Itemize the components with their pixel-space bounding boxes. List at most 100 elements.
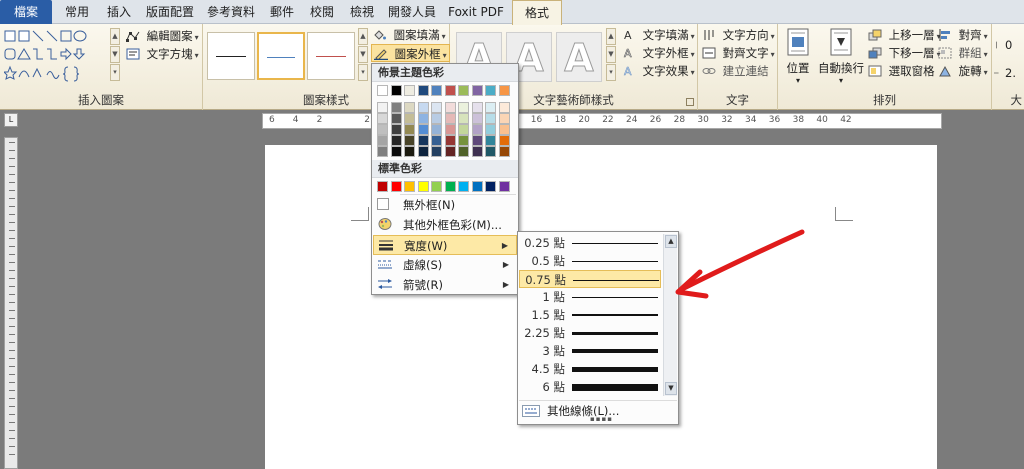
tab-home[interactable]: 常用 — [56, 0, 98, 24]
theme-color-swatch[interactable] — [431, 113, 442, 124]
theme-color-swatch[interactable] — [417, 85, 429, 96]
dashes-item[interactable]: 虛線(S) ▶ — [373, 255, 517, 275]
tab-mailings[interactable]: 郵件 — [262, 0, 302, 24]
theme-color-swatch[interactable] — [444, 113, 456, 124]
theme-color-swatch[interactable] — [471, 113, 483, 124]
theme-color-swatch[interactable] — [498, 85, 510, 96]
shape-style-thumb-2[interactable] — [257, 32, 305, 80]
weight-option[interactable]: 1 點 — [519, 288, 661, 306]
shapes-more-button[interactable]: ▾ — [110, 64, 120, 81]
theme-color-swatch[interactable] — [404, 124, 415, 135]
rotate-button[interactable]: 旋轉 ▾ — [938, 62, 988, 80]
theme-color-swatch[interactable] — [444, 135, 456, 146]
tab-format[interactable]: 格式 — [512, 0, 562, 25]
theme-color-swatch[interactable] — [417, 102, 429, 113]
theme-color-swatch[interactable] — [498, 135, 510, 146]
standard-color-swatch[interactable] — [471, 181, 483, 192]
theme-color-swatch[interactable] — [471, 102, 483, 113]
theme-color-swatch[interactable] — [444, 146, 456, 157]
weight-option[interactable]: 2.25 點 — [519, 324, 661, 342]
theme-color-swatch[interactable] — [471, 124, 483, 135]
tab-file[interactable]: 檔案 — [0, 0, 52, 24]
theme-color-swatch[interactable] — [458, 135, 469, 146]
width-field[interactable]: 2. — [994, 64, 1016, 82]
tab-references[interactable]: 參考資料 — [200, 0, 262, 24]
theme-color-swatch[interactable] — [404, 85, 415, 96]
weight-option[interactable]: 3 點 — [519, 342, 661, 360]
theme-color-swatch[interactable] — [485, 113, 496, 124]
theme-color-swatch[interactable] — [431, 124, 442, 135]
shape-styles-scroll-up-button[interactable]: ▲ — [358, 28, 368, 45]
weight-option[interactable]: 0.5 點 — [519, 252, 661, 270]
align-text-button[interactable]: 對齊文字 ▾ — [702, 44, 775, 62]
shapes-scroll-up-button[interactable]: ▲ — [110, 28, 120, 45]
standard-color-swatch[interactable] — [485, 181, 496, 192]
weight-option[interactable]: 6 點 — [519, 378, 661, 396]
theme-color-swatch[interactable] — [498, 102, 510, 113]
weight-item[interactable]: 寬度(W) ▶ — [373, 235, 517, 255]
shape-style-thumb-1[interactable] — [207, 32, 255, 80]
standard-color-swatch[interactable] — [431, 181, 442, 192]
theme-color-swatch[interactable] — [390, 146, 402, 157]
theme-color-swatch[interactable] — [390, 102, 402, 113]
selection-pane-button[interactable]: 選取窗格 — [868, 62, 935, 80]
theme-color-swatch[interactable] — [444, 102, 456, 113]
theme-color-swatch[interactable] — [485, 102, 496, 113]
more-outline-colors-item[interactable]: 其他外框色彩(M)... — [373, 215, 517, 235]
theme-color-swatch[interactable] — [390, 124, 402, 135]
theme-color-swatch[interactable] — [431, 135, 442, 146]
theme-color-swatch[interactable] — [471, 85, 483, 96]
theme-color-swatch[interactable] — [404, 102, 415, 113]
height-field[interactable]: 0 — [994, 36, 1012, 54]
standard-color-swatch[interactable] — [498, 181, 510, 192]
send-backward-button[interactable]: 下移一層 ▾ — [868, 44, 941, 62]
theme-color-swatch[interactable] — [458, 102, 469, 113]
edit-shape-button[interactable]: 編輯圖案 ▾ — [126, 27, 199, 45]
tab-page-layout[interactable]: 版面配置 — [140, 0, 200, 24]
shape-style-thumb-3[interactable] — [307, 32, 355, 80]
position-button[interactable]: 位置 ▾ — [782, 28, 814, 85]
theme-color-swatch[interactable] — [471, 135, 483, 146]
theme-color-swatch[interactable] — [417, 113, 429, 124]
weight-option[interactable]: 1.5 點 — [519, 306, 661, 324]
theme-color-swatch[interactable] — [377, 102, 388, 113]
theme-color-swatch[interactable] — [431, 146, 442, 157]
standard-color-swatch[interactable] — [417, 181, 429, 192]
shapes-scroll-down-button[interactable]: ▼ — [110, 46, 120, 63]
theme-color-swatch[interactable] — [444, 85, 456, 96]
text-fill-button[interactable]: A 文字填滿 ▾ — [622, 26, 695, 44]
create-link-button[interactable]: 建立連結 — [702, 62, 769, 80]
shapes-gallery[interactable] — [4, 30, 112, 84]
theme-color-swatch[interactable] — [444, 124, 456, 135]
theme-color-swatch[interactable] — [485, 146, 496, 157]
theme-color-swatch[interactable] — [471, 146, 483, 157]
shape-outline-button[interactable]: 圖案外框 ▾ — [371, 44, 450, 62]
shape-styles-more-button[interactable]: ▾ — [358, 64, 368, 81]
theme-color-swatch[interactable] — [498, 113, 510, 124]
standard-color-swatch[interactable] — [458, 181, 469, 192]
theme-color-swatch[interactable] — [498, 124, 510, 135]
theme-color-swatch[interactable] — [458, 146, 469, 157]
tab-foxit-pdf[interactable]: Foxit PDF — [442, 0, 510, 24]
theme-color-swatch[interactable] — [404, 135, 415, 146]
text-outline-button[interactable]: A 文字外框 ▾ — [622, 44, 695, 62]
tab-insert[interactable]: 插入 — [98, 0, 140, 24]
bring-forward-button[interactable]: 上移一層 ▾ — [868, 26, 941, 44]
theme-color-swatch[interactable] — [404, 146, 415, 157]
tab-review[interactable]: 校閱 — [302, 0, 342, 24]
no-outline-item[interactable]: 無外框(N) — [373, 195, 517, 215]
theme-color-swatch[interactable] — [431, 102, 442, 113]
wordart-scroll-up-button[interactable]: ▲ — [606, 28, 616, 45]
standard-color-swatch[interactable] — [404, 181, 415, 192]
theme-color-swatch[interactable] — [485, 85, 496, 96]
vertical-ruler[interactable] — [4, 137, 18, 469]
wordart-style-3[interactable]: A — [556, 32, 602, 82]
scroll-down-arrow-icon[interactable]: ▼ — [665, 382, 677, 395]
theme-color-swatch[interactable] — [485, 135, 496, 146]
align-button[interactable]: 對齊 ▾ — [938, 26, 988, 44]
wordart-more-button[interactable]: ▾ — [606, 64, 616, 81]
shape-fill-button[interactable]: 圖案填滿 ▾ — [373, 26, 446, 44]
theme-color-swatch[interactable] — [390, 113, 402, 124]
weight-option[interactable]: 0.75 點 — [519, 270, 661, 288]
theme-color-swatch[interactable] — [417, 135, 429, 146]
